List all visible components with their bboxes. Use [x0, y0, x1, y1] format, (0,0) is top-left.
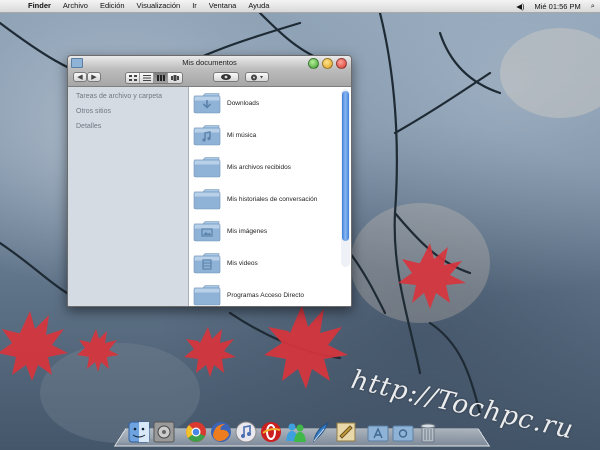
- menu-visualizacion[interactable]: Visualización: [131, 0, 187, 12]
- folder-icon: [193, 189, 221, 210]
- file-name: Downloads: [227, 99, 260, 107]
- view-mode-selector: [125, 72, 183, 84]
- menu-clock[interactable]: Mié 01:56 PM: [530, 2, 586, 11]
- folder-icon: [193, 285, 221, 306]
- view-icon-button[interactable]: [126, 73, 140, 83]
- forward-arrow-icon: ▶: [91, 74, 97, 81]
- back-arrow-icon: ◀: [77, 74, 83, 81]
- action-button[interactable]: [245, 72, 269, 82]
- file-list-item[interactable]: Programas Acceso Directo: [189, 279, 339, 306]
- view-columns-button[interactable]: [154, 73, 168, 83]
- coverflow-icon: [171, 75, 179, 81]
- dock-separator: [178, 421, 182, 443]
- sidebar-item-detalles[interactable]: Detalles: [68, 119, 188, 134]
- feather-icon[interactable]: [310, 421, 332, 443]
- file-name: Programas Acceso Directo: [227, 291, 304, 299]
- scrollbar-thumb[interactable]: [342, 91, 349, 241]
- close-button[interactable]: [336, 58, 347, 69]
- sidebar: Tareas de archivo y carpeta Otros sitios…: [68, 87, 189, 306]
- sidebar-item-otros-sitios[interactable]: Otros sitios: [68, 104, 188, 119]
- menu-ventana[interactable]: Ventana: [203, 0, 243, 12]
- script-editor-icon[interactable]: [335, 421, 357, 443]
- menu-bar: Finder Archivo Edición Visualización Ir …: [0, 0, 600, 13]
- file-name: Mis videos: [227, 259, 258, 267]
- finder-icon[interactable]: [128, 421, 150, 443]
- window-folder-icon: [71, 58, 83, 68]
- window-titlebar[interactable]: Mis documentos: [68, 56, 351, 69]
- file-list-item[interactable]: Mis videos: [189, 247, 339, 279]
- spotlight-search-icon[interactable]: ⌕: [586, 1, 600, 11]
- zoom-button[interactable]: [308, 58, 319, 69]
- menu-archivo[interactable]: Archivo: [57, 0, 94, 12]
- menu-ayuda[interactable]: Ayuda: [242, 0, 275, 12]
- file-name: Mi música: [227, 131, 257, 139]
- view-list-button[interactable]: [140, 73, 154, 83]
- window-toolbar: ◀ ▶: [68, 69, 351, 87]
- file-list: Downloads Mi música Mis archivos recibidos…: [189, 87, 351, 306]
- file-list-item[interactable]: Mi música: [189, 119, 339, 151]
- messenger-icon[interactable]: [285, 421, 307, 443]
- vertical-scrollbar[interactable]: [341, 89, 350, 267]
- menu-ir[interactable]: Ir: [186, 0, 203, 12]
- grid-icon: [128, 75, 137, 81]
- applications-folder-icon[interactable]: [367, 421, 389, 443]
- documents-folder-icon[interactable]: [392, 421, 414, 443]
- folder-icon: [193, 157, 221, 178]
- file-name: Mis imágenes: [227, 227, 268, 235]
- opera-icon[interactable]: [260, 421, 282, 443]
- volume-icon[interactable]: ◀): [511, 2, 529, 11]
- folder-icon: [193, 93, 221, 114]
- system-preferences-icon[interactable]: [153, 421, 175, 443]
- file-name: Mis archivos recibidos: [227, 163, 291, 171]
- dock-separator: [360, 421, 364, 443]
- file-list-item[interactable]: Downloads: [189, 87, 339, 119]
- sidebar-item-tareas[interactable]: Tareas de archivo y carpeta: [68, 89, 188, 104]
- menu-finder[interactable]: Finder: [22, 0, 57, 12]
- back-button[interactable]: ◀: [73, 72, 87, 82]
- eye-icon: [221, 74, 231, 80]
- window-title: Mis documentos: [182, 58, 237, 67]
- firefox-icon[interactable]: [210, 421, 232, 443]
- file-list-item[interactable]: Mis imágenes: [189, 215, 339, 247]
- file-list-item[interactable]: Mis historiales de conversación: [189, 183, 339, 215]
- trash-icon[interactable]: [417, 421, 439, 443]
- columns-icon: [156, 75, 165, 81]
- folder-icon: [193, 253, 221, 274]
- minimize-button[interactable]: [322, 58, 333, 69]
- finder-window: Mis documentos ◀ ▶ Tareas de archivo y c…: [67, 55, 352, 307]
- view-coverflow-button[interactable]: [168, 73, 182, 83]
- file-list-item[interactable]: Mis archivos recibidos: [189, 151, 339, 183]
- menu-edicion[interactable]: Edición: [94, 0, 131, 12]
- folder-icon: [193, 125, 221, 146]
- list-icon: [142, 75, 151, 81]
- itunes-icon[interactable]: [235, 421, 257, 443]
- folder-icon: [193, 221, 221, 242]
- quick-look-button[interactable]: [213, 72, 239, 82]
- chrome-icon[interactable]: [185, 421, 207, 443]
- gear-icon: [251, 74, 263, 80]
- forward-button[interactable]: ▶: [87, 72, 101, 82]
- file-name: Mis historiales de conversación: [227, 195, 318, 203]
- dock: [128, 413, 442, 443]
